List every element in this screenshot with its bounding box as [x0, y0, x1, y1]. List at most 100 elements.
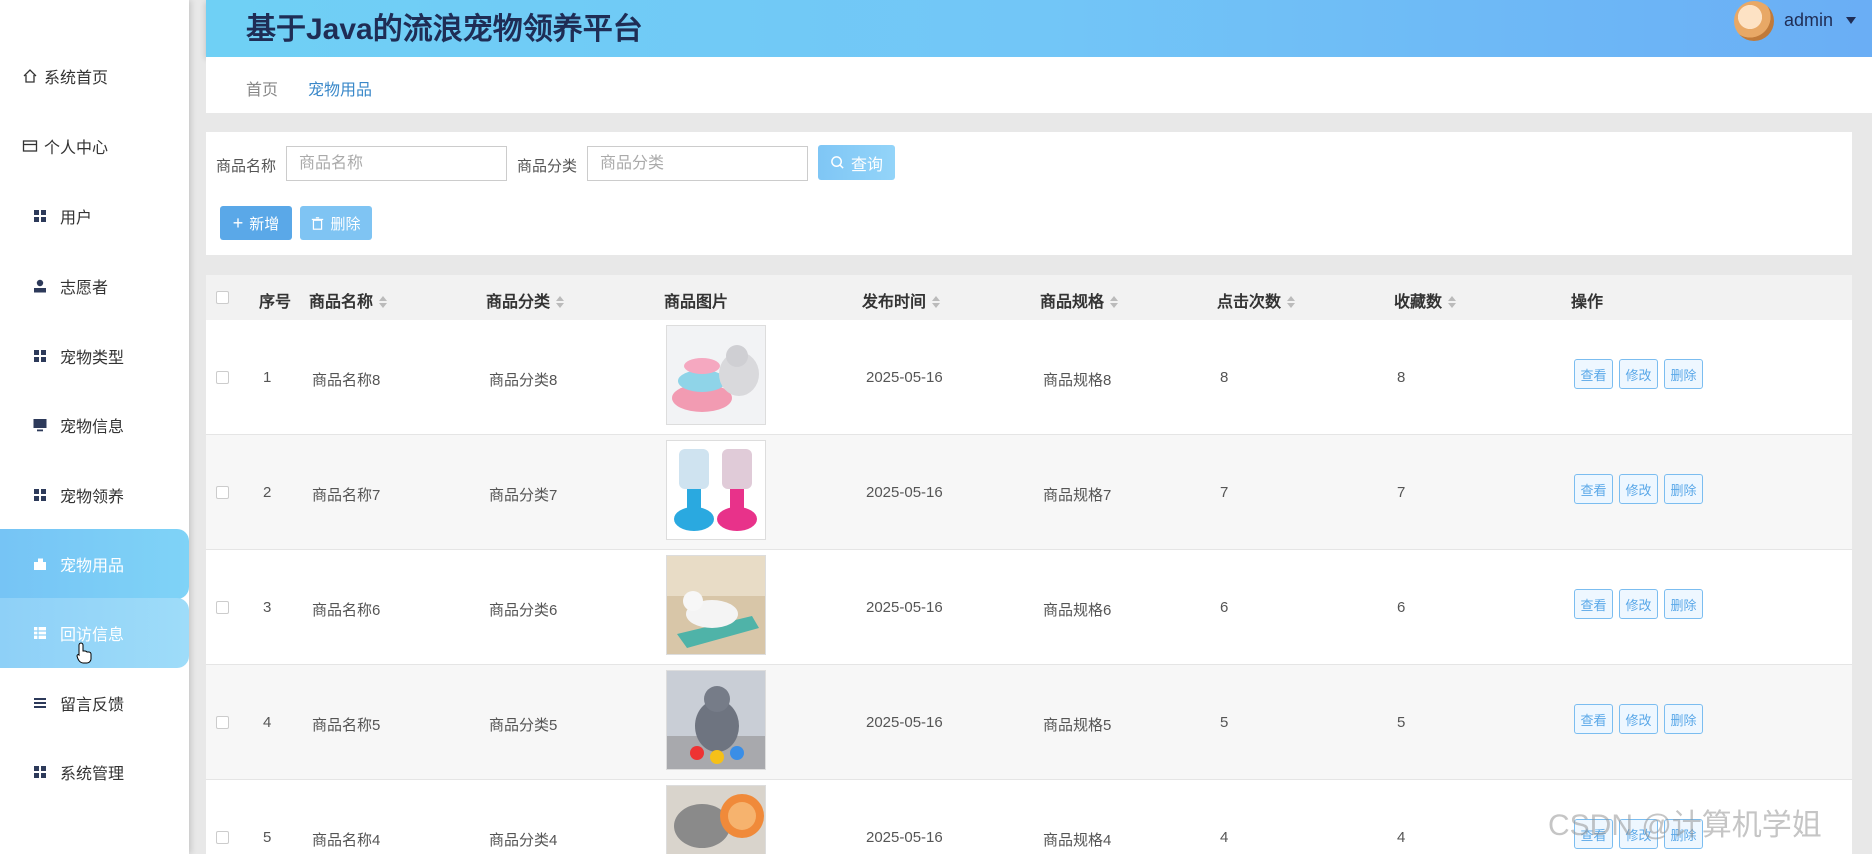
cell-category: 商品分类8 [489, 372, 558, 389]
batch-delete-button[interactable]: 删除 [300, 206, 372, 240]
sort-icon[interactable] [1287, 296, 1296, 308]
cell-date: 2025-05-16 [866, 714, 943, 731]
sidebar-item-label: 用户 [60, 210, 93, 227]
col-name[interactable]: 商品名称 [309, 288, 388, 312]
col-actions: 操作 [1571, 294, 1604, 311]
cell-clicks: 7 [1220, 484, 1229, 501]
col-spec[interactable]: 商品规格 [1040, 288, 1119, 312]
cell-spec: 商品规格5 [1043, 717, 1112, 734]
avatar[interactable] [1734, 1, 1774, 41]
cell-clicks: 5 [1220, 714, 1229, 731]
edit-button[interactable]: 修改 [1619, 704, 1658, 734]
row-checkbox[interactable] [216, 371, 229, 384]
query-button[interactable]: 查询 [818, 145, 895, 180]
edit-button[interactable]: 修改 [1619, 589, 1658, 619]
cell-name: 商品名称8 [312, 372, 381, 389]
select-all-checkbox[interactable] [216, 291, 229, 304]
cell-index: 5 [263, 829, 272, 846]
cell-name: 商品名称4 [312, 832, 381, 849]
row-checkbox[interactable] [216, 486, 229, 499]
col-date[interactable]: 发布时间 [862, 288, 941, 312]
sidebar-item-label: 回访信息 [60, 627, 125, 644]
sidebar-item-pet-info[interactable]: 宠物信息 [0, 390, 189, 460]
sidebar-item-label: 志愿者 [60, 280, 109, 297]
cell-clicks: 6 [1220, 599, 1229, 616]
name-label: 商品名称 [216, 158, 277, 175]
delete-button[interactable]: 删除 [1664, 359, 1703, 389]
breadcrumb-current: 宠物用品 [308, 82, 373, 99]
delete-button[interactable]: 删除 [1664, 704, 1703, 734]
col-clicks[interactable]: 点击次数 [1217, 288, 1296, 312]
top-header: 基于Java的流浪宠物领养平台 admin [206, 0, 1872, 57]
edit-button[interactable]: 修改 [1619, 359, 1658, 389]
product-image [666, 555, 766, 655]
sidebar-item-pet-type[interactable]: 宠物类型 [0, 321, 189, 391]
row-checkbox[interactable] [216, 716, 229, 729]
sidebar-item-label: 宠物用品 [60, 558, 125, 575]
sort-icon[interactable] [1110, 296, 1119, 308]
delete-label: 删除 [330, 215, 361, 233]
product-image [666, 785, 766, 854]
sidebar-item-label: 宠物领养 [60, 489, 125, 506]
breadcrumb: 首页 宠物用品 [206, 57, 1872, 113]
person-icon [34, 279, 46, 293]
sidebar-item-personal[interactable]: 个人中心 [0, 111, 189, 181]
sidebar-item-system[interactable]: 系统管理 [0, 737, 189, 807]
col-favorites[interactable]: 收藏数 [1394, 288, 1457, 312]
view-button[interactable]: 查看 [1574, 589, 1613, 619]
row-checkbox[interactable] [216, 831, 229, 844]
table-row: 2 商品名称7 商品分类7 2025-05-16 商品规格7 7 7 查看 修改… [206, 435, 1852, 550]
search-icon [831, 156, 844, 169]
name-search-input[interactable]: 商品名称 [286, 146, 507, 181]
category-search-input[interactable]: 商品分类 [587, 146, 808, 181]
cell-category: 商品分类6 [489, 602, 558, 619]
grid-icon [34, 489, 46, 501]
cell-favorites: 4 [1397, 829, 1406, 846]
view-button[interactable]: 查看 [1574, 474, 1613, 504]
sort-icon[interactable] [379, 296, 388, 308]
query-label: 查询 [850, 156, 883, 174]
col-index: 序号 [259, 294, 292, 311]
cell-index: 2 [263, 484, 272, 501]
cell-name: 商品名称5 [312, 717, 381, 734]
cell-clicks: 4 [1220, 829, 1229, 846]
col-category[interactable]: 商品分类 [486, 288, 565, 312]
edit-button[interactable]: 修改 [1619, 474, 1658, 504]
cell-index: 3 [263, 599, 272, 616]
cell-date: 2025-05-16 [866, 599, 943, 616]
row-checkbox[interactable] [216, 601, 229, 614]
sidebar-item-follow-up[interactable]: 回访信息 [0, 598, 189, 668]
sidebar-item-home[interactable]: 系统首页 [0, 41, 189, 111]
sort-icon[interactable] [932, 296, 941, 308]
user-name[interactable]: admin [1784, 10, 1833, 31]
cell-favorites: 5 [1397, 714, 1406, 731]
sidebar-item-users[interactable]: 用户 [0, 181, 189, 251]
grid-icon [34, 350, 46, 362]
sidebar-item-pet-adoption[interactable]: 宠物领养 [0, 460, 189, 530]
add-button[interactable]: + 新增 [220, 206, 292, 240]
col-category-label: 商品分类 [486, 294, 551, 311]
cell-clicks: 8 [1220, 369, 1229, 386]
col-clicks-label: 点击次数 [1217, 294, 1282, 311]
list-icon [34, 698, 46, 708]
add-label: 新增 [249, 215, 280, 233]
delete-button[interactable]: 删除 [1664, 589, 1703, 619]
sidebar-item-pet-supplies[interactable]: 宠物用品 [0, 529, 189, 599]
sidebar-item-volunteer[interactable]: 志愿者 [0, 251, 189, 321]
table-icon [34, 627, 46, 639]
view-button[interactable]: 查看 [1574, 359, 1613, 389]
view-button[interactable]: 查看 [1574, 704, 1613, 734]
sort-icon[interactable] [556, 296, 565, 308]
breadcrumb-home[interactable]: 首页 [246, 76, 278, 100]
delete-button[interactable]: 删除 [1664, 474, 1703, 504]
sort-icon[interactable] [1448, 296, 1457, 308]
cell-date: 2025-05-16 [866, 484, 943, 501]
sidebar-item-feedback[interactable]: 留言反馈 [0, 668, 189, 738]
cell-name: 商品名称7 [312, 487, 381, 504]
table-row: 3 商品名称6 商品分类6 2025-05-16 商品规格6 6 6 查看 修改… [206, 550, 1852, 665]
cell-spec: 商品规格6 [1043, 602, 1112, 619]
chevron-down-icon[interactable] [1846, 17, 1856, 24]
monitor-icon [33, 419, 47, 432]
grid-icon [34, 766, 46, 778]
table-row: 4 商品名称5 商品分类5 2025-05-16 商品规格5 5 5 查看 修改… [206, 665, 1852, 780]
